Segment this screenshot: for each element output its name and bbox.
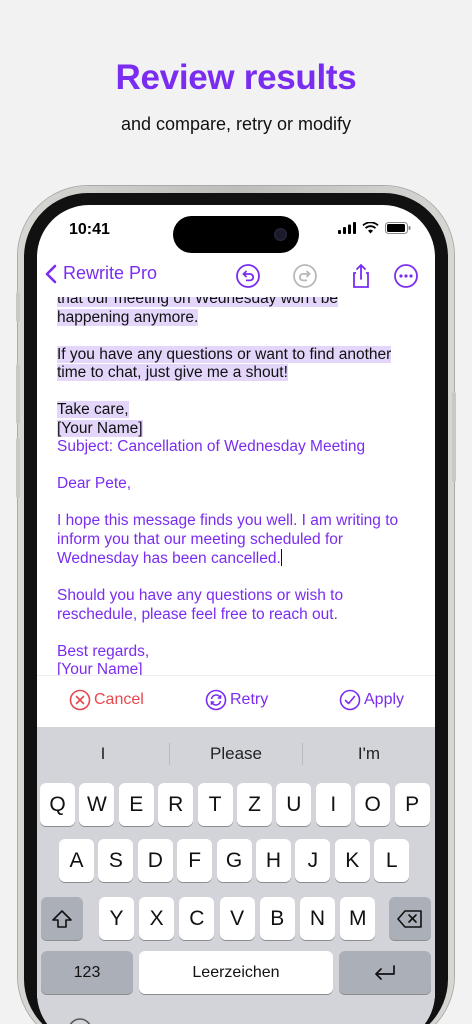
navigation-bar: Rewrite Pro [37,253,435,299]
key-t[interactable]: T [197,783,233,826]
key-v[interactable]: V [219,897,255,940]
more-icon[interactable] [393,263,419,289]
key-l[interactable]: L [374,839,410,882]
rewritten-signoff: Best regards, [57,642,150,660]
key-h[interactable]: H [256,839,291,882]
camera-icon [274,228,287,241]
status-time: 10:41 [69,221,110,238]
rewritten-body-line: reschedule, please feel free to reach ou… [57,605,338,623]
key-m[interactable]: M [340,897,376,940]
delete-icon [397,909,422,928]
return-icon [375,964,395,980]
key-j[interactable]: J [295,839,331,882]
key-s[interactable]: S [98,839,134,882]
apply-button[interactable]: Apply [339,689,404,711]
promo-subline: and compare, retry or modify [120,114,352,134]
shift-key[interactable] [41,897,83,940]
battery-icon [385,222,411,234]
rewritten-body-line: Should you have any questions or wish to [57,587,344,604]
space-key[interactable]: Leerzeichen [139,951,333,994]
key-g[interactable]: G [216,839,252,882]
emoji-icon[interactable] [67,1017,93,1024]
original-text-line: happening anymore. [57,308,199,326]
key-f[interactable]: F [177,839,213,882]
result-action-bar: Cancel Retry Apply [37,675,435,727]
key-r[interactable]: R [158,783,194,826]
retry-label: Retry [230,691,269,708]
apply-label: Apply [364,691,405,708]
dynamic-island [173,216,299,253]
redo-icon[interactable] [292,263,318,289]
suggestion-item[interactable]: Please [170,739,302,769]
key-c[interactable]: C [179,897,215,940]
retry-icon [205,689,227,711]
action-button [16,292,20,322]
rewritten-subject: Subject: Cancellation of Wednesday Meeti… [57,438,366,455]
checkmark-icon [339,689,361,711]
power-button [452,392,456,482]
key-a[interactable]: A [59,839,94,882]
key-p[interactable]: P [394,783,430,826]
rewritten-name: [Your Name] [57,661,143,675]
original-name: [Your Name] [57,419,143,437]
chevron-left-icon [45,264,57,283]
undo-icon[interactable] [235,263,261,289]
suggestion-bar: I Please I'm [37,739,435,769]
cancel-button[interactable]: Cancel [69,689,144,711]
key-z[interactable]: Z [237,783,272,826]
key-x[interactable]: X [139,897,175,940]
key-q[interactable]: Q [40,783,75,826]
shift-icon [52,909,72,928]
original-text-line: time to chat, just give me a shout! [57,364,288,381]
back-button-label: Rewrite Pro [63,263,158,283]
return-key[interactable] [339,951,431,994]
key-u[interactable]: U [276,783,312,826]
status-icons [338,222,411,234]
cancel-icon [69,689,91,711]
phone-screen: 10:41 Rewrite Pro that our meeting on We… [37,205,435,1024]
promo-headline: Review results [115,58,357,97]
rewritten-body-line: Wednesday has been cancelled. [57,550,281,567]
key-n[interactable]: N [300,897,335,940]
share-icon[interactable] [348,263,374,289]
key-e[interactable]: E [118,783,154,826]
text-editor[interactable]: that our meeting on Wednesday won't be h… [37,297,435,675]
original-signoff: Take care, [57,401,129,418]
key-k[interactable]: K [334,839,370,882]
key-o[interactable]: O [355,783,391,826]
back-button[interactable]: Rewrite Pro [45,263,157,284]
rewritten-body-line: I hope this message finds you well. I am… [57,512,399,529]
keyboard: I Please I'm QWERTZUIOPASDFGHJKLYXCVBNM … [37,727,435,1024]
numbers-key[interactable]: 123 [41,951,133,994]
delete-key[interactable] [389,897,431,940]
rewritten-body-line: inform you that our meeting scheduled fo… [57,530,344,548]
original-text-line: If you have any questions or want to fin… [57,345,392,363]
key-y[interactable]: Y [99,897,134,940]
key-i[interactable]: I [315,783,351,826]
suggestion-item[interactable]: I'm [303,739,435,769]
rewritten-greeting: Dear Pete, [57,475,132,492]
key-w[interactable]: W [79,783,115,826]
cancel-label: Cancel [94,691,144,708]
signal-icon [338,222,356,234]
suggestion-item[interactable]: I [37,739,169,769]
key-d[interactable]: D [137,839,173,882]
retry-button[interactable]: Retry [205,689,268,711]
text-caret [280,549,283,566]
original-text-line: that our meeting on Wednesday won't be [57,297,338,307]
volume-up-button [16,364,20,424]
key-b[interactable]: B [259,897,295,940]
volume-down-button [16,438,20,498]
wifi-icon [362,222,379,234]
